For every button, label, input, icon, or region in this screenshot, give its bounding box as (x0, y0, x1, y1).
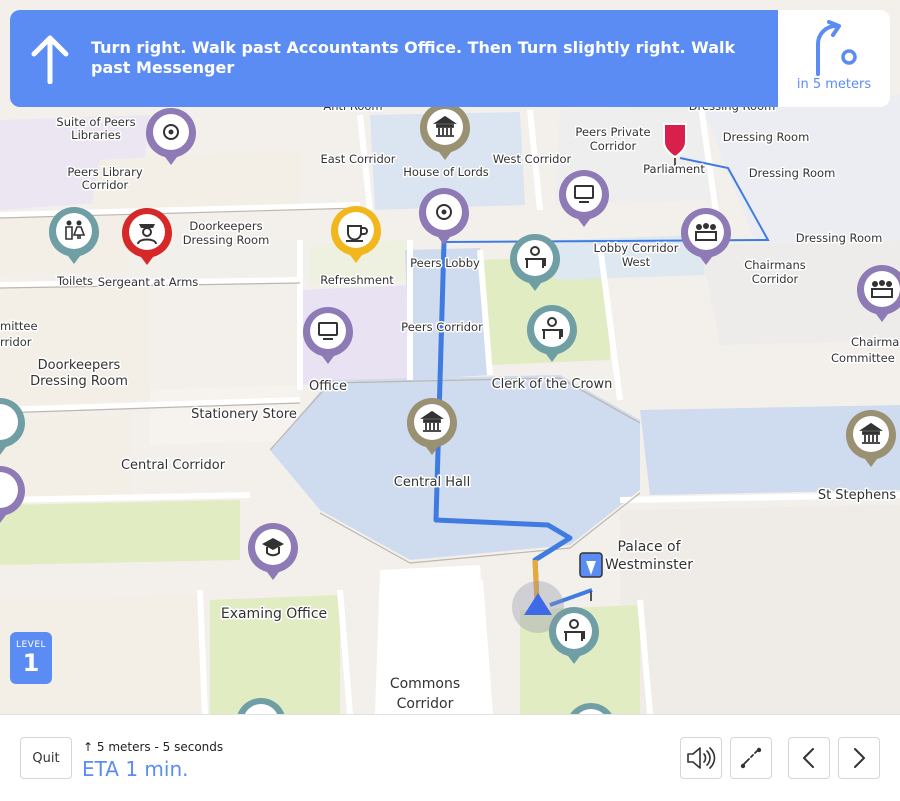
label-committee: Committee (831, 351, 895, 365)
label-peers-library-corridor: Corridor (82, 178, 129, 192)
label-chairmans: Chairmans (744, 258, 806, 272)
label-peers-private-corridor: Corridor (590, 139, 637, 153)
label-peers-private: Peers Private (575, 125, 650, 139)
label-peers-library: Peers Library (67, 165, 142, 179)
label-sergeant-at-arms: Sergeant at Arms (98, 275, 199, 289)
label-stationery-store: Stationery Store (191, 407, 297, 422)
step-time: 5 seconds (162, 740, 224, 754)
label-dressing-room: Dressing Room (749, 166, 836, 180)
next-step-button[interactable] (838, 737, 880, 779)
next-turn-distance: in 5 meters (796, 77, 872, 92)
next-turn-panel: in 5 meters (778, 10, 890, 107)
instruction-panel[interactable]: Turn right. Walk past Accountants Office… (10, 10, 778, 107)
route-overview-button[interactable] (730, 737, 772, 779)
level-label: LEVEL (15, 640, 47, 650)
label-doorkeepers: Doorkeepers (189, 219, 262, 233)
sound-button[interactable] (680, 737, 722, 779)
label-chairmans-committee: Chairma (851, 335, 899, 349)
label-libraries: Libraries (71, 128, 121, 142)
label-chairmans-corridor: Corridor (752, 272, 799, 286)
previous-step-button[interactable] (788, 737, 830, 779)
label-suite-of-peers: Suite of Peers (56, 115, 135, 129)
label-east-corridor: East Corridor (320, 152, 395, 166)
label-house-of-lords: House of Lords (403, 165, 489, 179)
navigation-banner: Turn right. Walk past Accountants Office… (10, 10, 890, 107)
user-location-icon[interactable] (512, 581, 564, 633)
label-toilets: Toilets (56, 274, 93, 288)
step-separator: - (150, 740, 163, 754)
instruction-text: Turn right. Walk past Accountants Office… (91, 38, 736, 77)
chevron-right-icon (854, 748, 865, 768)
turn-right-icon (816, 20, 857, 76)
bottom-bar: Quit ↑ 5 meters - 5 seconds ETA 1 min. (0, 714, 900, 801)
label-lobby-corridor: Lobby Corridor (594, 241, 679, 255)
level-number: 1 (22, 649, 40, 677)
route-overview-icon (740, 747, 762, 769)
eta-text: ETA 1 min. (82, 757, 189, 781)
label-peers-corridor: Peers Corridor (401, 320, 483, 334)
label-examing-office: Examing Office (221, 606, 327, 622)
sound-icon (687, 747, 716, 769)
level-indicator[interactable]: LEVEL 1 (10, 632, 52, 684)
small-arrow-up-icon: ↑ (83, 740, 94, 754)
label-st-stephens: St Stephens (818, 488, 897, 503)
label-doorkeepers-dressing-room: Dressing Room (30, 374, 128, 389)
step-distance: 5 meters (96, 740, 151, 754)
label-doorkeepers: Doorkeepers (38, 358, 121, 373)
label-commons-corridor: Corridor (397, 696, 454, 712)
svg-text:DoorkeepersDressing Room: Doorkeepers Dressing Room (183, 219, 270, 247)
svg-text:ChairmansCorridor: Chairmans Corridor (744, 258, 806, 286)
label-peers-lobby: Peers Lobby (410, 256, 480, 270)
label-corridor: rridor (0, 335, 32, 349)
label-west-corridor: West Corridor (493, 152, 572, 166)
map-view[interactable]: Suite of Peers Libraries Peers Library Cor… (0, 0, 900, 714)
label-doorkeepers-dressing-room: Dressing Room (183, 233, 270, 247)
label-parliament: Parliament (643, 162, 705, 176)
chevron-left-icon (803, 748, 814, 768)
label-committee: mittee (0, 319, 38, 333)
label-palace-of: Palace of (617, 539, 681, 555)
label-clerk-of-the-crown: Clerk of the Crown (492, 377, 613, 392)
label-commons: Commons (390, 676, 460, 692)
label-dressing-room: Dressing Room (796, 231, 883, 245)
step-info: ↑ 5 meters - 5 seconds (83, 740, 223, 754)
label-refreshment: Refreshment (320, 273, 394, 287)
label-palace-of-westminster: Westminster (605, 557, 693, 573)
map-canvas[interactable]: Suite of Peers Libraries Peers Library Cor… (0, 0, 900, 714)
label-office: Office (309, 379, 347, 394)
label-central-hall: Central Hall (394, 475, 470, 490)
label-lobby-corridor-west: West (622, 255, 651, 269)
label-central-corridor: Central Corridor (121, 458, 226, 473)
svg-text:DoorkeepersDressing Room: Doorkeepers Dressing Room (30, 358, 128, 389)
label-dressing-room: Dressing Room (723, 130, 810, 144)
arrow-up-icon (31, 35, 69, 84)
quit-button[interactable]: Quit (20, 737, 72, 779)
